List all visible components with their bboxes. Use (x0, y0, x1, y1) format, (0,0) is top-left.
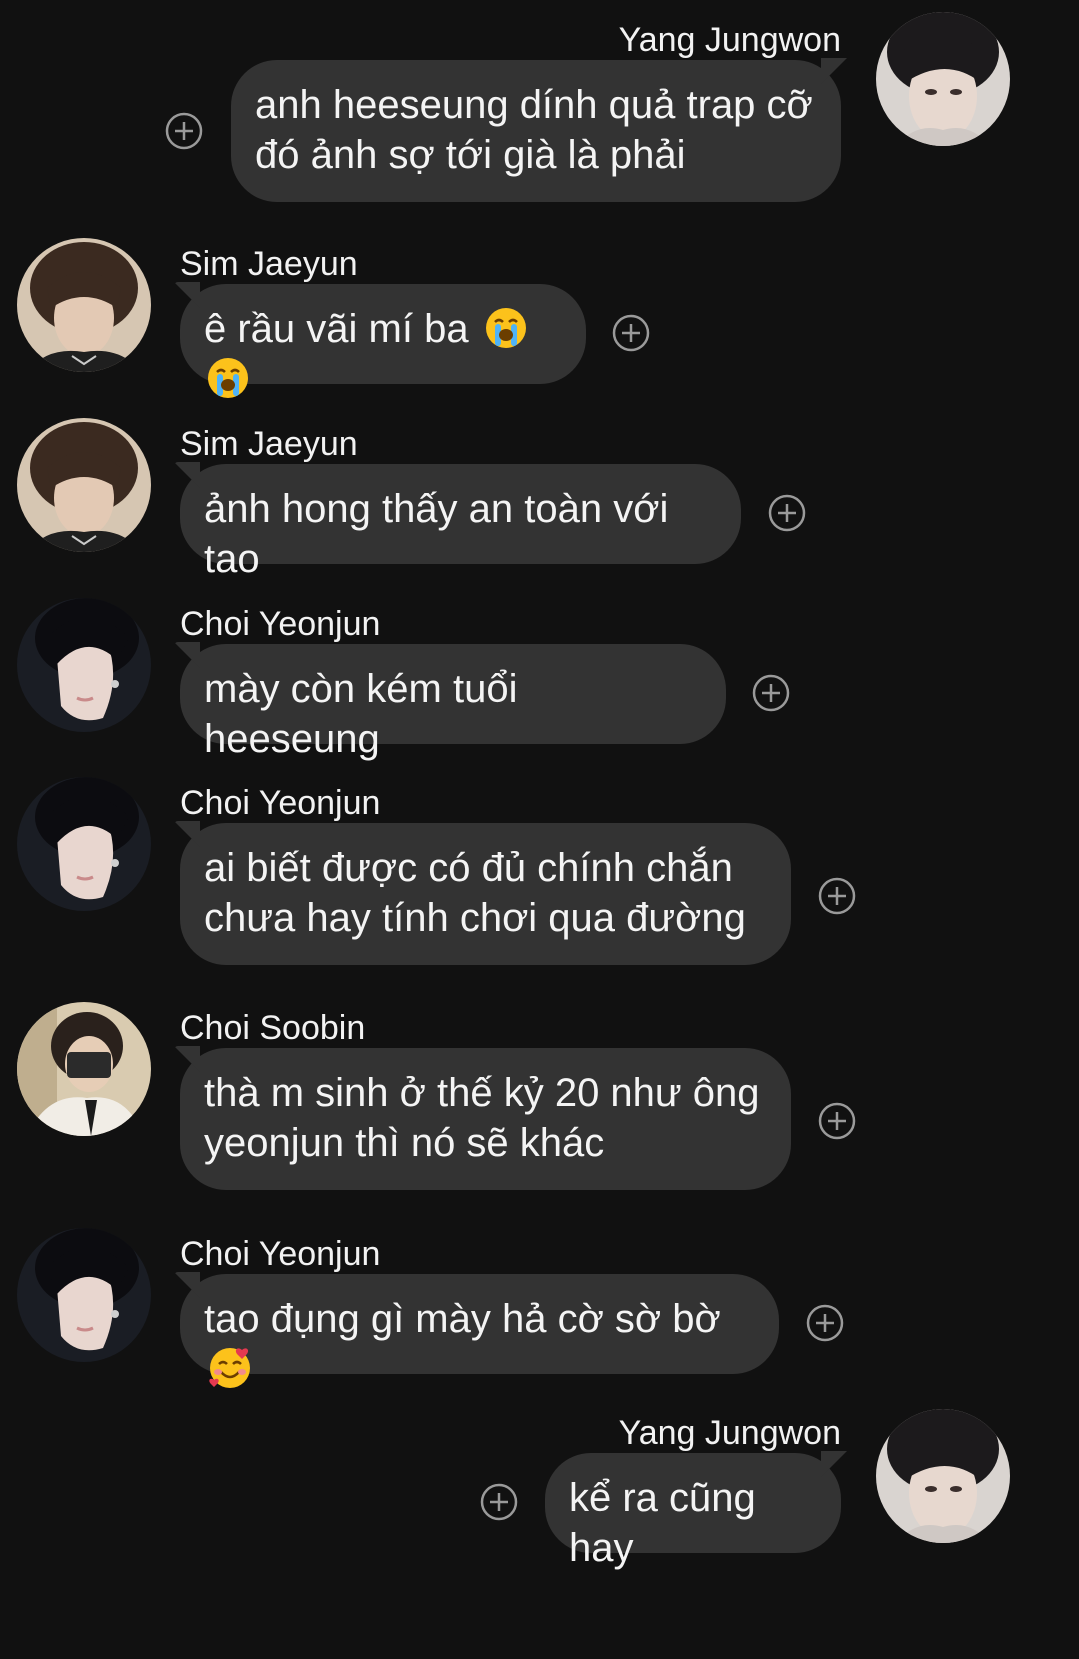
avatar-sim-jaeyun[interactable] (17, 418, 151, 552)
add-reaction-icon[interactable] (818, 877, 856, 915)
message-text: ảnh hong thấy an toàn với tao (204, 487, 669, 581)
add-reaction-icon[interactable] (818, 1102, 856, 1140)
add-reaction-icon[interactable] (768, 494, 806, 532)
avatar-yang-jungwon[interactable] (876, 12, 1010, 146)
message-bubble[interactable]: mày còn kém tuổi heeseung (180, 644, 726, 761)
add-reaction-icon[interactable] (752, 674, 790, 712)
avatar-choi-yeonjun[interactable] (17, 598, 151, 732)
chat-thread: Yang Jungwon anh heeseung dính quả trap … (0, 0, 1079, 1659)
avatar-choi-soobin[interactable] (17, 1002, 151, 1136)
sender-name: Sim Jaeyun (180, 245, 358, 283)
add-reaction-icon[interactable] (806, 1304, 844, 1342)
sender-name: Yang Jungwon (618, 21, 841, 59)
message-text: mày còn kém tuổi heeseung (204, 667, 518, 761)
sender-name: Choi Yeonjun (180, 605, 381, 643)
avatar-choi-yeonjun[interactable] (17, 1228, 151, 1362)
message-bubble[interactable]: anh heeseung dính quả trap cỡ đó ảnh sợ … (231, 60, 841, 202)
message-text: ai biết được có đủ chính chắn chưa hay t… (204, 846, 746, 940)
sender-name: Choi Yeonjun (180, 784, 381, 822)
message-text: thà m sinh ở thế kỷ 20 như ông yeonjun t… (204, 1071, 760, 1165)
avatar-yang-jungwon[interactable] (876, 1409, 1010, 1543)
loudly-crying-face-emoji (485, 308, 526, 348)
sender-name: Sim Jaeyun (180, 425, 358, 463)
loudly-crying-face-emoji (208, 358, 248, 398)
smiling-face-with-hearts-emoji (209, 1348, 250, 1388)
message-bubble[interactable]: tao đụng gì mày hả cờ sờ bờ (180, 1274, 779, 1388)
add-reaction-icon[interactable] (612, 314, 650, 352)
message-bubble[interactable]: kể ra cũng hay (545, 1453, 841, 1570)
message-text: tao đụng gì mày hả cờ sờ bờ (204, 1297, 721, 1341)
add-reaction-icon[interactable] (165, 112, 203, 150)
sender-name: Yang Jungwon (618, 1414, 841, 1452)
add-reaction-icon[interactable] (480, 1483, 518, 1521)
avatar-sim-jaeyun[interactable] (17, 238, 151, 372)
message-text: kể ra cũng hay (569, 1476, 756, 1570)
message-text: ê rầu vãi mí ba (204, 307, 469, 351)
message-bubble[interactable]: ê rầu vãi mí ba (180, 284, 586, 398)
sender-name: Choi Soobin (180, 1009, 366, 1047)
avatar-choi-yeonjun[interactable] (17, 777, 151, 911)
message-bubble[interactable]: ảnh hong thấy an toàn với tao (180, 464, 741, 581)
message-text: anh heeseung dính quả trap cỡ đó ảnh sợ … (255, 83, 813, 177)
message-bubble[interactable]: ai biết được có đủ chính chắn chưa hay t… (180, 823, 791, 965)
message-bubble[interactable]: thà m sinh ở thế kỷ 20 như ông yeonjun t… (180, 1048, 791, 1190)
sender-name: Choi Yeonjun (180, 1235, 381, 1273)
